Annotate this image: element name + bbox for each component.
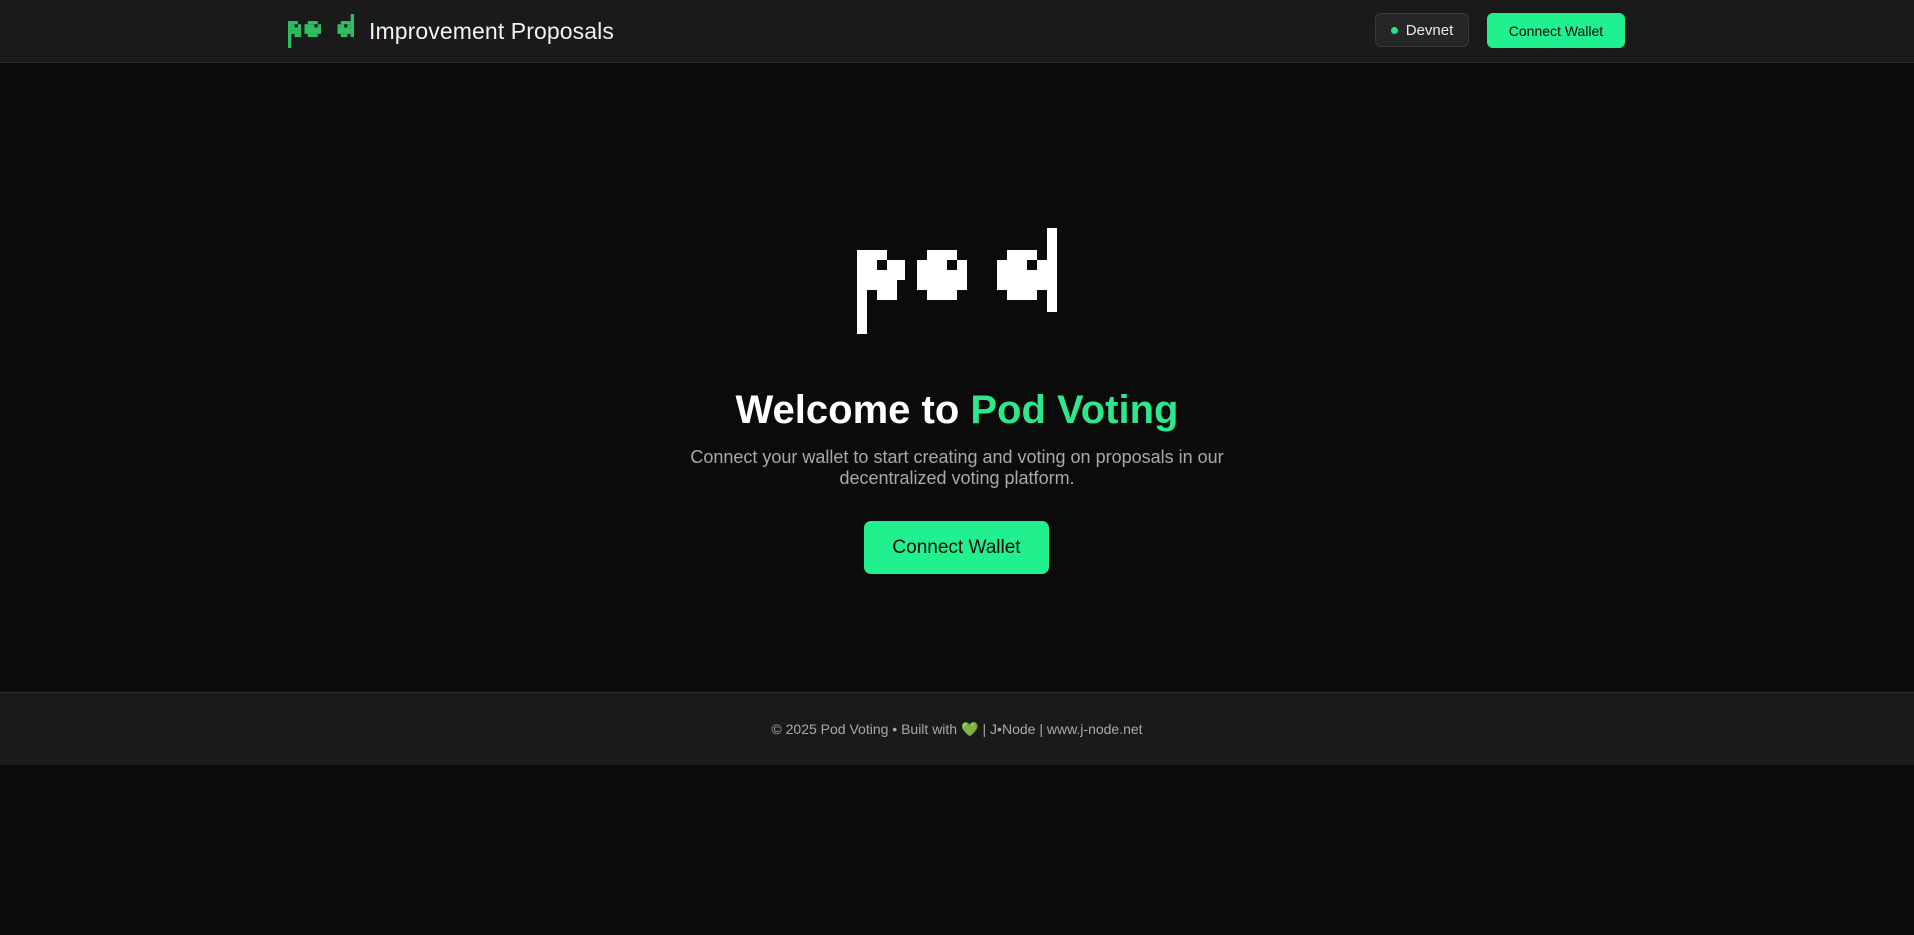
brand[interactable]: Improvement Proposals xyxy=(288,13,614,49)
welcome-heading-accent: Pod Voting xyxy=(970,388,1179,432)
network-selector[interactable]: Devnet xyxy=(1375,13,1469,47)
status-dot-icon xyxy=(1390,26,1398,34)
app-header: Improvement Proposals Devnet Connect Wal… xyxy=(0,0,1914,63)
footer-credit: | J•Node | www.j-node.net xyxy=(982,721,1143,737)
pod-hero-logo-icon xyxy=(857,228,1057,334)
footer-copyright: © 2025 Pod Voting • Built with xyxy=(771,721,958,737)
header-connect-wallet-button[interactable]: Connect Wallet xyxy=(1487,13,1625,48)
welcome-description: Connect your wallet to start creating an… xyxy=(690,447,1224,488)
pod-logo-icon xyxy=(288,14,354,48)
welcome-heading: Welcome to Pod Voting xyxy=(0,384,1914,436)
welcome-heading-prefix: Welcome to xyxy=(735,388,971,432)
green-heart-icon: 💚 xyxy=(961,720,979,737)
app-footer: © 2025 Pod Voting • Built with 💚 | J•Nod… xyxy=(0,692,1914,765)
app-title: Improvement Proposals xyxy=(369,17,614,44)
hero-connect-wallet-button[interactable]: Connect Wallet xyxy=(864,521,1049,574)
network-label: Devnet xyxy=(1405,21,1454,39)
